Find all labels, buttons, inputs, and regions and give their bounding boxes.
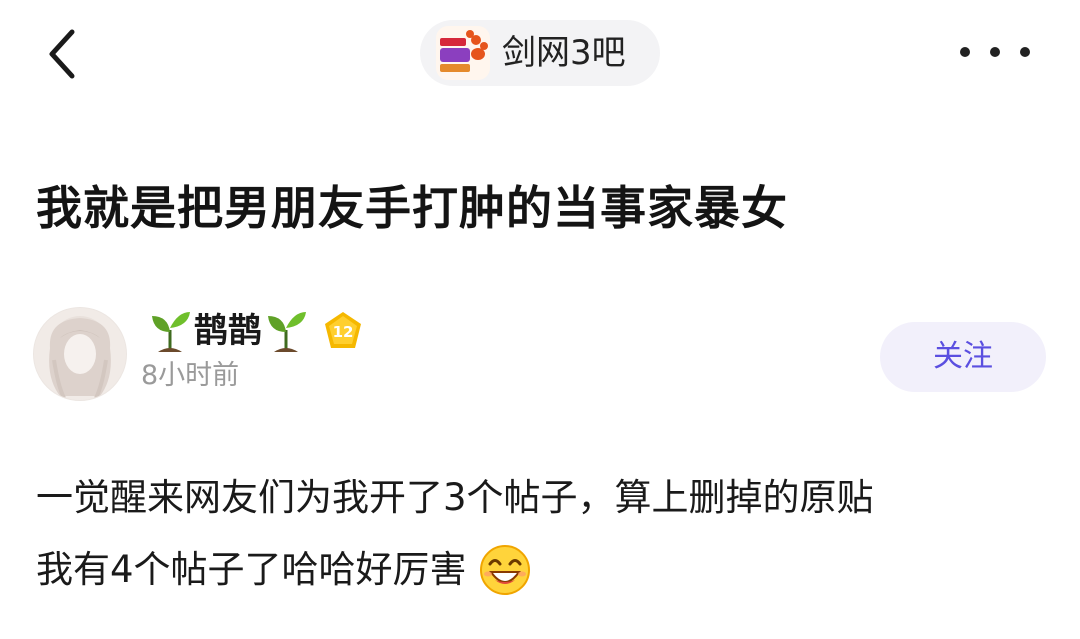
post-content: 一觉醒来网友们为我开了3个帖子，算上删掉的原贴 我有4个帖子了哈哈好厉害 — [36, 462, 1046, 606]
author-avatar[interactable] — [33, 307, 127, 401]
author-info: 鹊鹊 12 — [148, 306, 364, 356]
more-dot — [1020, 47, 1030, 57]
post-title: 我就是把男朋友手打肿的当事家暴女 — [36, 181, 788, 235]
laughing-face-icon — [479, 545, 530, 595]
post-body-line: 我有4个帖子了哈哈好厉害 — [36, 534, 1046, 606]
more-dot — [990, 47, 1000, 57]
more-horizontal-icon — [960, 47, 970, 57]
more-options-button[interactable] — [960, 32, 1030, 72]
post-body-line: 一觉醒来网友们为我开了3个帖子，算上删掉的原贴 — [36, 462, 1046, 534]
forum-name: 剑网3吧 — [502, 33, 626, 73]
post-time: 8小时前 — [141, 360, 240, 391]
follow-button[interactable]: 关注 — [880, 322, 1046, 392]
post-body-text: 我有4个帖子了哈哈好厉害 — [36, 548, 467, 591]
chevron-left-icon — [49, 29, 75, 79]
level-number: 12 — [333, 323, 354, 341]
sprout-icon — [268, 312, 306, 352]
author-name[interactable]: 鹊鹊 — [194, 306, 262, 356]
level-badge-icon: 12 — [325, 312, 361, 348]
sprout-icon — [152, 312, 190, 352]
forum-link[interactable]: 剑网3吧 — [420, 20, 660, 86]
top-navigation-bar: 剑网3吧 — [0, 0, 1080, 120]
forum-logo-icon — [436, 26, 490, 80]
post-body-text: 一觉醒来网友们为我开了3个帖子，算上删掉的原贴 — [36, 476, 874, 519]
back-button[interactable] — [40, 26, 90, 82]
